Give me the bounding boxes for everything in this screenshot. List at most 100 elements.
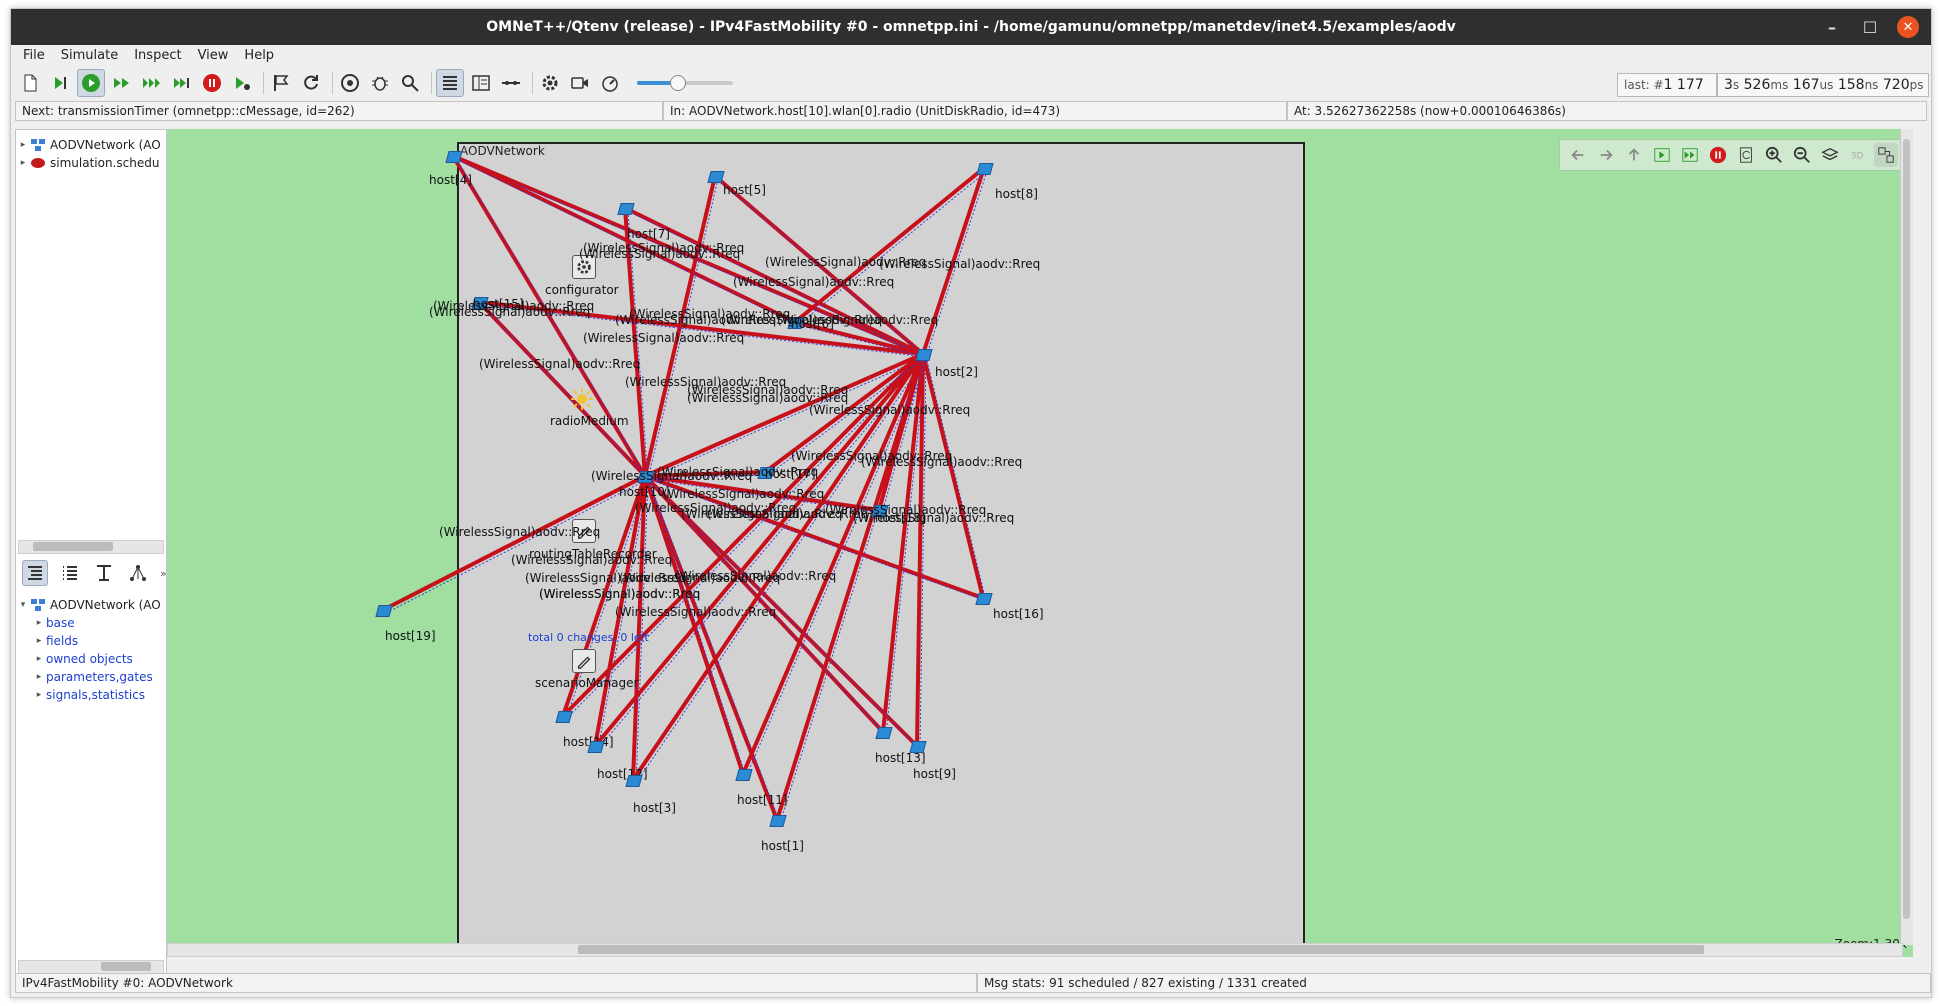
new-run-button[interactable] bbox=[17, 70, 43, 96]
record-button[interactable] bbox=[337, 70, 363, 96]
last-event-value: 1 177 bbox=[1663, 77, 1704, 93]
find-button[interactable] bbox=[397, 70, 423, 96]
layers-button[interactable] bbox=[1818, 143, 1842, 167]
video-record-button[interactable] bbox=[567, 70, 593, 96]
signal-label: (WirelessSignal)aodv::Rreq bbox=[439, 525, 601, 539]
network-canvas[interactable]: AODVNetwork configurator radioMedium rou… bbox=[167, 129, 1913, 957]
rebuild-button[interactable] bbox=[298, 70, 324, 96]
scrollbar-handle[interactable] bbox=[101, 962, 151, 971]
scrollbar-handle[interactable] bbox=[1903, 139, 1910, 919]
arrow-up-icon bbox=[1628, 148, 1640, 161]
time-picoseconds: 720 bbox=[1882, 77, 1910, 93]
menu-help[interactable]: Help bbox=[236, 48, 282, 63]
debug-next-button[interactable] bbox=[229, 70, 255, 96]
scrollbar-handle[interactable] bbox=[33, 542, 113, 551]
record-icon bbox=[341, 74, 359, 92]
menu-bar: File Simulate Inspect View Help bbox=[11, 45, 1935, 65]
speedometer-icon bbox=[602, 76, 618, 92]
step-button[interactable] bbox=[47, 70, 73, 96]
run-until-button[interactable] bbox=[169, 70, 195, 96]
close-button[interactable]: ✕ bbox=[1891, 9, 1925, 45]
event-time-info: At: 3.52627362258s (now+0.00010646386s) bbox=[1287, 101, 1927, 121]
flat-mode-button[interactable] bbox=[58, 561, 82, 585]
expand-icon[interactable]: ▸ bbox=[16, 158, 30, 168]
camera-icon bbox=[571, 77, 588, 89]
layout-split-button[interactable] bbox=[468, 70, 494, 96]
tree-item-label: simulation.schedu bbox=[50, 156, 160, 170]
inspector-item-signals-statistics[interactable]: ▸ signals,statistics bbox=[32, 686, 145, 704]
canvas-mode-button[interactable] bbox=[1874, 143, 1898, 167]
animation-speed-slider[interactable] bbox=[637, 73, 733, 93]
stop-local-button[interactable] bbox=[1706, 143, 1730, 167]
inspector-item-label: parameters,gates bbox=[46, 670, 153, 684]
inspector-item-base[interactable]: ▸ base bbox=[32, 614, 75, 632]
fast-local-button[interactable] bbox=[1678, 143, 1702, 167]
menu-inspect[interactable]: Inspect bbox=[126, 48, 189, 63]
inspector-tree-scrollbar[interactable] bbox=[18, 960, 164, 974]
canvas-vertical-scrollbar[interactable] bbox=[1900, 129, 1913, 945]
slider-thumb[interactable] bbox=[670, 75, 687, 91]
menu-simulate[interactable]: Simulate bbox=[53, 48, 126, 63]
tree-mode-button[interactable] bbox=[22, 560, 48, 586]
expand-icon[interactable]: ▸ bbox=[32, 636, 46, 646]
scrollbar-handle[interactable] bbox=[578, 945, 1704, 954]
back-button[interactable] bbox=[1566, 143, 1590, 167]
collapse-icon[interactable]: ▾ bbox=[16, 600, 30, 610]
stop-button[interactable] bbox=[199, 70, 225, 96]
expand-icon[interactable]: ▸ bbox=[32, 672, 46, 682]
host-label: host[3] bbox=[633, 801, 676, 815]
3d-view-button[interactable]: 3D bbox=[1846, 143, 1870, 167]
layout-list-button[interactable] bbox=[436, 69, 464, 97]
fast-run-button[interactable] bbox=[109, 70, 135, 96]
event-log-button[interactable] bbox=[268, 70, 294, 96]
children-mode-button[interactable] bbox=[92, 561, 116, 585]
scenario-manager-module[interactable] bbox=[572, 649, 596, 673]
tree-item-scheduler[interactable]: ▸ simulation.schedu bbox=[16, 154, 160, 172]
express-run-button[interactable] bbox=[139, 70, 165, 96]
list-layout-icon bbox=[443, 76, 457, 90]
relayout-button[interactable] bbox=[1734, 143, 1758, 167]
inspector-item-fields[interactable]: ▸ fields bbox=[32, 632, 78, 650]
preferences-button[interactable] bbox=[537, 70, 563, 96]
parent-button[interactable] bbox=[1622, 143, 1646, 167]
zoom-in-button[interactable] bbox=[1762, 143, 1786, 167]
menu-view[interactable]: View bbox=[190, 48, 237, 63]
signal-label: (WirelessSignal)aodv::Rreq bbox=[733, 275, 895, 289]
signal-label: (WirelessSignal)aodv::Rreq bbox=[583, 331, 745, 345]
run-local-button[interactable] bbox=[1650, 143, 1674, 167]
signal-label: (WirelessSignal)aodv::Rreq bbox=[591, 469, 753, 483]
host-label: host[13] bbox=[875, 751, 926, 765]
run-button[interactable] bbox=[77, 69, 105, 97]
expand-icon[interactable]: ▸ bbox=[16, 140, 30, 150]
expand-icon[interactable]: ▸ bbox=[32, 654, 46, 664]
expand-icon[interactable]: ▸ bbox=[32, 618, 46, 628]
status-network: IPv4FastMobility #0: AODVNetwork bbox=[15, 973, 977, 993]
more-chevron-icon[interactable]: » bbox=[160, 567, 167, 580]
inheritance-mode-button[interactable] bbox=[126, 561, 150, 585]
expand-icon[interactable]: ▸ bbox=[32, 690, 46, 700]
configurator-label: configurator bbox=[545, 283, 619, 297]
network-icon bbox=[31, 139, 45, 151]
scheduler-icon bbox=[31, 158, 45, 168]
timeline-button[interactable] bbox=[498, 70, 524, 96]
animation-speed-button[interactable] bbox=[597, 70, 623, 96]
canvas-horizontal-scrollbar[interactable] bbox=[167, 943, 1903, 957]
inheritance-view-icon bbox=[130, 565, 146, 581]
host-label: host[11] bbox=[737, 793, 788, 807]
new-file-icon bbox=[24, 74, 37, 92]
radio-medium-module[interactable] bbox=[570, 387, 594, 411]
inspector-item-owned-objects[interactable]: ▸ owned objects bbox=[32, 650, 133, 668]
signal-label: (WirelessSignal)aodv::Rreq bbox=[675, 569, 837, 583]
zoom-out-button[interactable] bbox=[1790, 143, 1814, 167]
minimize-button[interactable]: – bbox=[1815, 9, 1849, 45]
debug-button[interactable] bbox=[367, 70, 393, 96]
zoom-in-icon bbox=[1765, 146, 1782, 163]
object-tree-scrollbar[interactable] bbox=[18, 540, 164, 554]
maximize-button[interactable]: ☐ bbox=[1853, 9, 1887, 45]
tree-item-network[interactable]: ▸ AODVNetwork (AO bbox=[16, 136, 161, 154]
forward-button[interactable] bbox=[1594, 143, 1618, 167]
menu-file[interactable]: File bbox=[15, 48, 53, 63]
inspector-item-parameters-gates[interactable]: ▸ parameters,gates bbox=[32, 668, 153, 686]
inspector-tree-root[interactable]: ▾ AODVNetwork (AO bbox=[16, 596, 161, 614]
debug-next-icon bbox=[236, 77, 250, 90]
